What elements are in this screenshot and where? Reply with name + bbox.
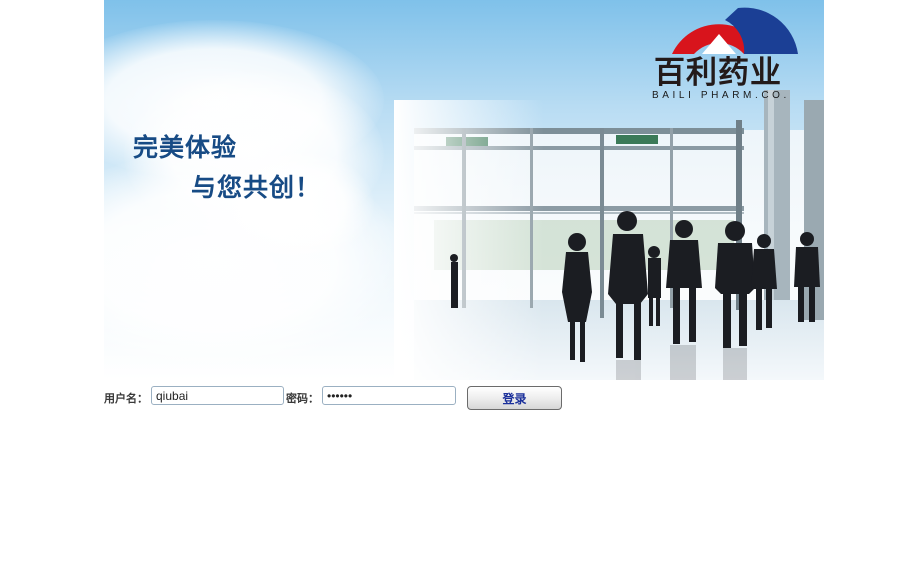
logo-chinese-name: 百利药业	[654, 55, 782, 91]
hero-banner: 百利药业 BAILI PHARM.CO. 完美体验 与您共创！	[104, 0, 824, 380]
company-logo: 百利药业 BAILI PHARM.CO.	[652, 6, 820, 101]
password-label: 密码：	[286, 392, 319, 405]
password-input[interactable]	[322, 386, 456, 405]
login-button[interactable]: 登录	[467, 386, 562, 410]
slogan-line-1: 完美体验	[133, 133, 238, 162]
logo-english-name: BAILI PHARM.CO.	[652, 90, 790, 101]
login-page: 百利药业 BAILI PHARM.CO. 完美体验 与您共创！ 用户名： 密码：…	[0, 0, 920, 564]
username-input[interactable]	[151, 386, 284, 405]
arch-logo-icon	[672, 7, 798, 54]
login-form: 用户名： 密码： 登录	[104, 386, 574, 410]
slogan-line-2: 与您共创！	[191, 173, 322, 202]
username-label: 用户名：	[104, 392, 148, 405]
